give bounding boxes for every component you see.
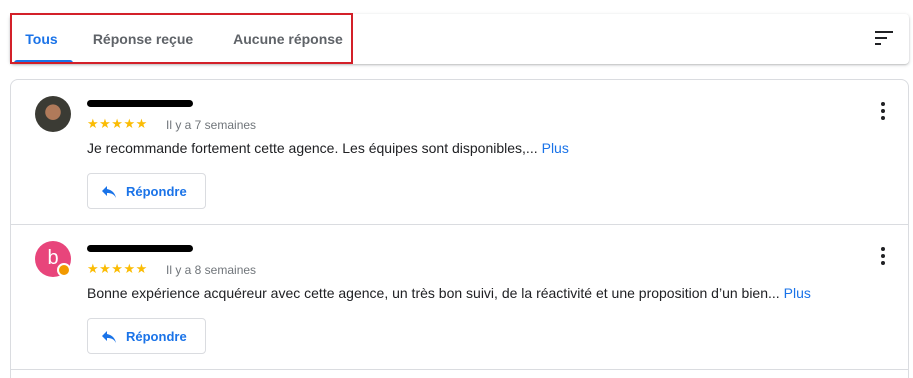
tab-reponse-recue[interactable]: Réponse reçue xyxy=(78,14,208,64)
review-text: Je recommande fortement cette agence. Le… xyxy=(87,140,569,156)
more-options-icon[interactable] xyxy=(880,102,886,120)
more-link[interactable]: Plus xyxy=(542,140,569,156)
sort-icon[interactable] xyxy=(875,31,893,45)
more-link[interactable]: Plus xyxy=(784,285,811,301)
review-text: Bonne expérience acquéreur avec cette ag… xyxy=(87,285,811,301)
avatar: b xyxy=(35,241,71,277)
reply-button-label: Répondre xyxy=(126,184,187,199)
star-rating: ★★★★★ xyxy=(87,116,148,131)
avatar xyxy=(35,96,71,132)
reply-icon xyxy=(102,331,116,343)
local-guide-badge-icon xyxy=(57,263,71,277)
active-tab-indicator xyxy=(14,60,73,63)
reviewer-name-redacted xyxy=(87,100,193,107)
review-text-content: Je recommande fortement cette agence. Le… xyxy=(87,140,538,156)
list-item: ★★★★★ Il y a 7 semaines Je recommande fo… xyxy=(11,80,908,225)
reply-button[interactable]: Répondre xyxy=(87,173,206,209)
review-filter-tabs: Tous Réponse reçue Aucune réponse xyxy=(10,13,909,64)
reviewer-name-redacted xyxy=(87,245,193,252)
reply-button[interactable]: Répondre xyxy=(87,318,206,354)
tab-aucune-reponse[interactable]: Aucune réponse xyxy=(220,14,356,64)
tab-tous[interactable]: Tous xyxy=(10,14,73,64)
more-options-icon[interactable] xyxy=(880,247,886,265)
reply-button-label: Répondre xyxy=(126,329,187,344)
star-rating: ★★★★★ xyxy=(87,261,148,276)
reviews-list: ★★★★★ Il y a 7 semaines Je recommande fo… xyxy=(10,79,909,378)
review-date: Il y a 8 semaines xyxy=(166,263,257,277)
review-text-content: Bonne expérience acquéreur avec cette ag… xyxy=(87,285,780,301)
reply-icon xyxy=(102,186,116,198)
review-date: Il y a 7 semaines xyxy=(166,118,257,132)
list-item: b ★★★★★ Il y a 8 semaines Bonne expérien… xyxy=(11,225,908,370)
